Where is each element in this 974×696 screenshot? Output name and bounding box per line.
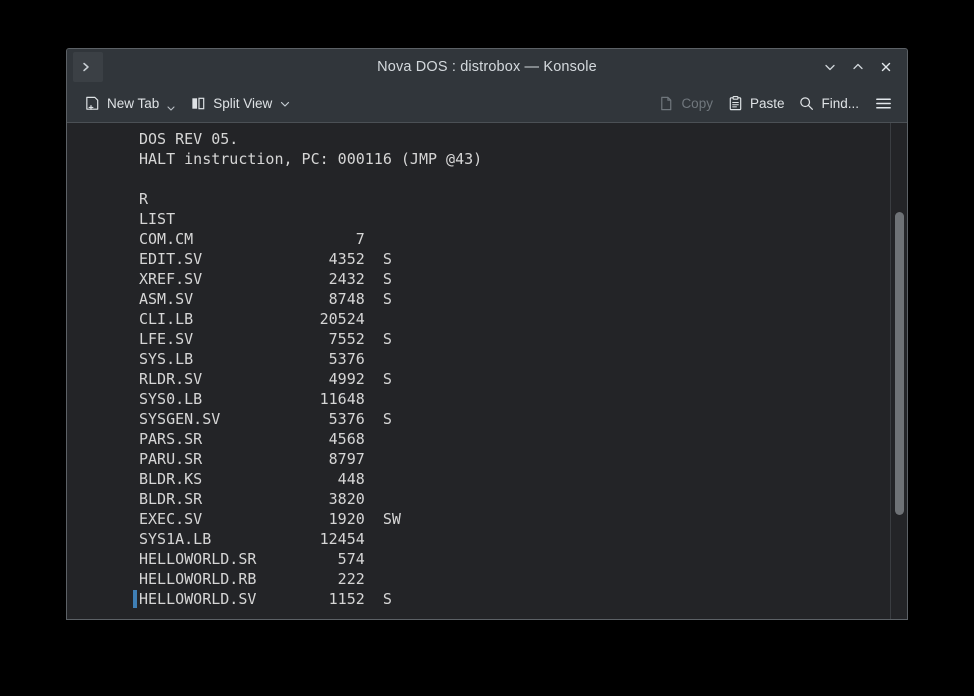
terminal-line: PARU.SR 8797: [67, 449, 890, 469]
split-view-label: Split View: [213, 97, 272, 111]
terminal-line: R: [67, 189, 890, 209]
terminal-line: HELLOWORLD.SR 574: [67, 549, 890, 569]
terminal-line: [67, 169, 890, 189]
close-icon: [879, 60, 893, 74]
terminal-area: DOS REV 05.HALT instruction, PC: 000116 …: [67, 123, 907, 619]
find-button[interactable]: Find...: [791, 90, 866, 118]
terminal-line: BLDR.KS 448: [67, 469, 890, 489]
terminal-output[interactable]: DOS REV 05.HALT instruction, PC: 000116 …: [67, 123, 890, 619]
split-view-button[interactable]: Split View: [183, 90, 298, 118]
terminal-tab[interactable]: [73, 52, 103, 82]
terminal-line: LFE.SV 7552 S: [67, 329, 890, 349]
scrollbar-thumb[interactable]: [895, 212, 904, 515]
terminal-line: HALT instruction, PC: 000116 (JMP @43): [67, 149, 890, 169]
search-icon: [798, 95, 815, 112]
hamburger-menu-icon: [874, 94, 893, 113]
new-tab-chevron-down-icon[interactable]: [166, 94, 176, 113]
new-tab-icon: [84, 95, 101, 112]
title-bar[interactable]: Nova DOS : distrobox — Konsole: [67, 49, 907, 85]
terminal-line: HELLOWORLD.RB 222: [67, 569, 890, 589]
copy-label: Copy: [681, 97, 713, 111]
split-view-chevron-down-icon[interactable]: [279, 98, 291, 110]
terminal-line: EXEC.SV 1920 SW: [67, 509, 890, 529]
terminal-scrollbar[interactable]: [890, 123, 907, 619]
window-title: Nova DOS : distrobox — Konsole: [67, 59, 907, 75]
paste-label: Paste: [750, 97, 785, 111]
new-tab-label: New Tab: [107, 97, 159, 111]
terminal-line: COM.CM 7: [67, 229, 890, 249]
terminal-prompt-icon: [80, 59, 96, 75]
terminal-line: RLDR.SV 4992 S: [67, 369, 890, 389]
split-view-icon: [190, 95, 207, 112]
copy-button[interactable]: Copy: [651, 90, 720, 118]
terminal-line: SYS.LB 5376: [67, 349, 890, 369]
chevron-down-icon: [823, 60, 837, 74]
close-button[interactable]: [873, 54, 899, 80]
terminal-line: SYSGEN.SV 5376 S: [67, 409, 890, 429]
terminal-line: XREF.SV 2432 S: [67, 269, 890, 289]
copy-icon: [658, 95, 675, 112]
main-menu-button[interactable]: [866, 90, 901, 118]
window-controls: [817, 49, 899, 85]
terminal-line: DOS REV 05.: [67, 129, 890, 149]
terminal-line: LIST: [67, 209, 890, 229]
terminal-line: HELLOWORLD.SV 1152 S: [67, 589, 890, 609]
terminal-line: ASM.SV 8748 S: [67, 289, 890, 309]
minimize-button[interactable]: [817, 54, 843, 80]
find-label: Find...: [821, 97, 859, 111]
konsole-window: Nova DOS : distrobox — Konsole: [66, 48, 908, 620]
toolbar: New Tab Split View: [67, 85, 907, 123]
terminal-line: PARS.SR 4568: [67, 429, 890, 449]
terminal-line: SYS1A.LB 12454: [67, 529, 890, 549]
terminal-line: BLDR.SR 3820: [67, 489, 890, 509]
paste-button[interactable]: Paste: [720, 90, 792, 118]
paste-icon: [727, 95, 744, 112]
new-tab-button[interactable]: New Tab: [77, 90, 183, 118]
maximize-button[interactable]: [845, 54, 871, 80]
terminal-line: CLI.LB 20524: [67, 309, 890, 329]
terminal-line: EDIT.SV 4352 S: [67, 249, 890, 269]
chevron-up-icon: [851, 60, 865, 74]
terminal-line: SYS0.LB 11648: [67, 389, 890, 409]
